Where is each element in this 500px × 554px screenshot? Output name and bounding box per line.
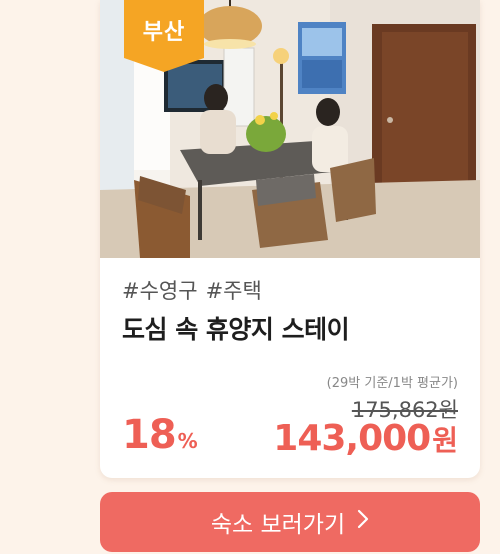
stay-tags: #수영구 #주택 bbox=[122, 275, 270, 305]
sale-price-amount: 143,000 bbox=[273, 418, 431, 459]
view-stay-button[interactable]: 숙소 보러가기 bbox=[100, 492, 480, 552]
discount-rate: 18% bbox=[122, 412, 198, 458]
stay-photo[interactable]: 부산 bbox=[100, 0, 480, 258]
sale-price: 143,000원 bbox=[273, 418, 458, 459]
tag-district[interactable]: #수영구 bbox=[122, 279, 198, 303]
region-badge: 부산 bbox=[124, 0, 204, 74]
view-stay-button-label: 숙소 보러가기 bbox=[210, 512, 346, 538]
tag-type[interactable]: #주택 bbox=[206, 279, 262, 303]
discount-unit: % bbox=[177, 429, 198, 453]
price-basis: (29박 기준/1박 평균가) bbox=[326, 376, 458, 391]
chevron-right-icon bbox=[357, 509, 369, 535]
stay-title: 도심 속 휴양지 스테이 bbox=[122, 315, 350, 344]
sale-price-currency: 원 bbox=[432, 424, 458, 457]
discount-value: 18 bbox=[122, 412, 177, 458]
stay-card[interactable]: 부산 #수영구 #주택 도심 속 휴양지 스테이 (29박 기준/1박 평균가) … bbox=[100, 0, 480, 478]
region-badge-label: 부산 bbox=[142, 20, 186, 45]
